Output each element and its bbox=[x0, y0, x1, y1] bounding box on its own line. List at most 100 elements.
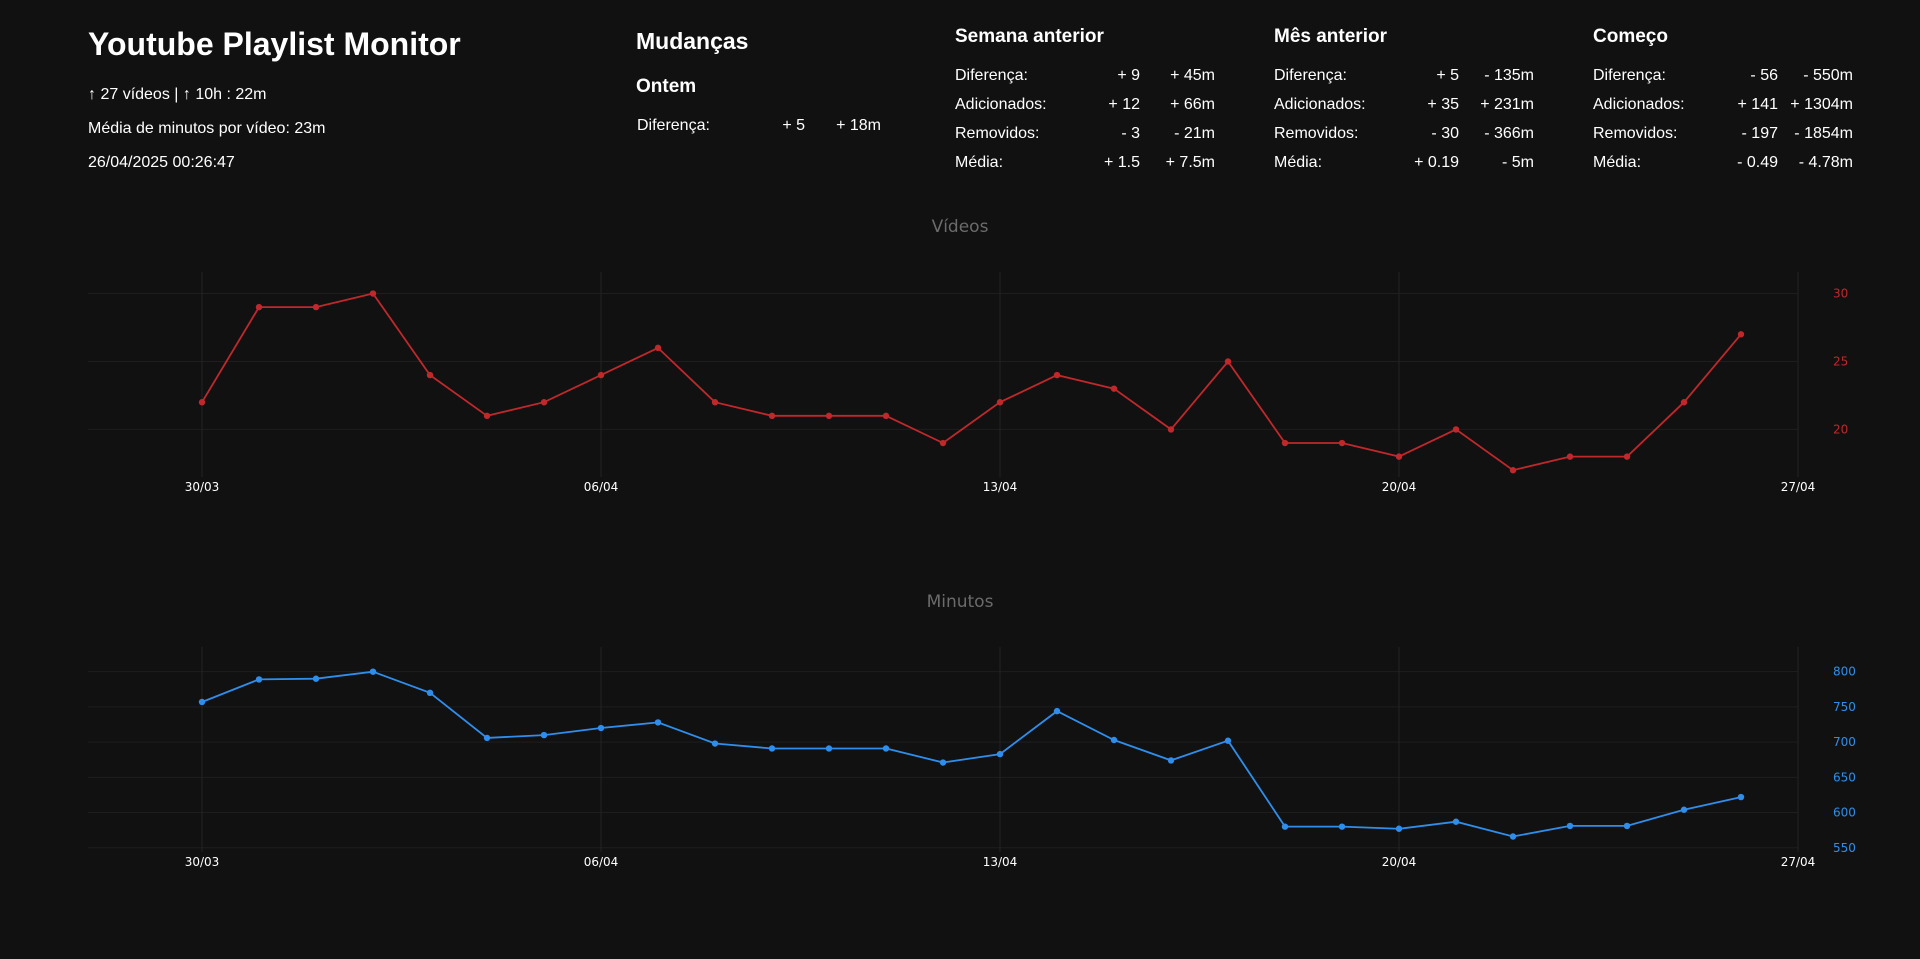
x-tick-label: 06/04 bbox=[584, 480, 619, 494]
last-week-difference-row: Diferença: + 9 + 45m bbox=[955, 67, 1215, 87]
stat-label: Removidos: bbox=[1593, 125, 1678, 142]
last-month-added-row: Adicionados: + 35 + 231m bbox=[1274, 96, 1534, 116]
data-point bbox=[426, 689, 434, 697]
data-point bbox=[1224, 737, 1232, 744]
x-tick-label: 30/03 bbox=[185, 480, 220, 494]
stat-count: - 0.49 bbox=[1737, 154, 1778, 171]
stat-minutes: + 7.5m bbox=[1165, 154, 1215, 171]
last-week-average-row: Média: + 1.5 + 7.5m bbox=[955, 154, 1215, 174]
data-point bbox=[1110, 736, 1118, 744]
data-point bbox=[369, 668, 377, 675]
stat-count: + 5 bbox=[782, 117, 805, 134]
stat-minutes: + 1304m bbox=[1790, 96, 1853, 113]
data-point bbox=[1737, 793, 1745, 801]
last-update-timestamp: 26/04/2025 00:26:47 bbox=[88, 154, 235, 171]
last-month-average-row: Média: + 0.19 - 5m bbox=[1274, 154, 1534, 174]
stat-label: Média: bbox=[955, 154, 1004, 171]
y-tick-label: 700 bbox=[1833, 735, 1856, 749]
stat-minutes: + 45m bbox=[1170, 67, 1215, 84]
last-month-difference-row: Diferença: + 5 - 135m bbox=[1274, 67, 1534, 87]
stat-count: + 0.19 bbox=[1414, 154, 1459, 171]
stat-count: - 56 bbox=[1750, 67, 1778, 84]
start-difference-row: Diferença: - 56 - 550m bbox=[1593, 67, 1853, 87]
x-tick-label: 20/04 bbox=[1382, 855, 1417, 869]
stat-label: Adicionados: bbox=[955, 96, 1047, 113]
data-point bbox=[711, 399, 719, 406]
data-point bbox=[939, 759, 947, 766]
yesterday-title: Ontem bbox=[636, 76, 697, 97]
data-point bbox=[1509, 467, 1517, 474]
last-week-title: Semana anterior bbox=[955, 26, 1104, 47]
series-line bbox=[201, 292, 1742, 472]
y-tick-label: 20 bbox=[1833, 422, 1848, 436]
y-tick-label: 25 bbox=[1833, 354, 1848, 368]
stat-count: + 12 bbox=[1108, 96, 1140, 113]
x-tick-label: 30/03 bbox=[185, 855, 220, 869]
data-point bbox=[882, 745, 890, 752]
stat-count: - 197 bbox=[1741, 125, 1778, 142]
x-tick-label: 13/04 bbox=[983, 480, 1018, 494]
data-point bbox=[1338, 823, 1346, 830]
stat-count: + 141 bbox=[1737, 96, 1778, 113]
data-point bbox=[1452, 426, 1460, 433]
last-month-removed-row: Removidos: - 30 - 366m bbox=[1274, 125, 1534, 145]
changes-title: Mudanças bbox=[636, 28, 749, 54]
playlist-summary: ↑ 27 vídeos | ↑ 10h : 22m bbox=[88, 86, 267, 103]
data-point bbox=[369, 290, 377, 297]
stat-minutes: - 550m bbox=[1803, 67, 1853, 84]
stat-minutes: - 4.78m bbox=[1798, 154, 1853, 171]
stat-minutes: + 66m bbox=[1170, 96, 1215, 113]
stat-label: Diferença: bbox=[955, 67, 1028, 84]
yesterday-title-wrap: Ontem bbox=[636, 76, 696, 98]
last-week-title-wrap: Semana anterior bbox=[955, 26, 1104, 48]
series-line bbox=[201, 670, 1742, 838]
data-point bbox=[768, 412, 776, 420]
average-minutes: Média de minutos por vídeo: 23m bbox=[88, 120, 326, 137]
chart-title: Vídeos bbox=[932, 217, 989, 237]
stat-label: Adicionados: bbox=[1593, 96, 1685, 113]
data-point bbox=[1395, 453, 1403, 460]
data-point bbox=[1167, 757, 1175, 764]
stat-count: + 1.5 bbox=[1103, 154, 1140, 171]
stat-minutes: + 18m bbox=[836, 117, 881, 134]
data-point bbox=[825, 745, 833, 752]
stat-minutes: - 21m bbox=[1174, 125, 1215, 142]
y-tick-label: 750 bbox=[1833, 700, 1856, 714]
start-removed-row: Removidos: - 197 - 1854m bbox=[1593, 125, 1853, 145]
data-point bbox=[1623, 453, 1631, 460]
data-point bbox=[255, 676, 263, 683]
data-point bbox=[1167, 426, 1175, 433]
start-added-row: Adicionados: + 141 + 1304m bbox=[1593, 96, 1853, 116]
x-tick-label: 20/04 bbox=[1382, 480, 1417, 494]
data-point bbox=[198, 698, 206, 706]
stat-count: - 3 bbox=[1121, 125, 1140, 142]
y-tick-label: 550 bbox=[1833, 841, 1856, 855]
stat-count: - 30 bbox=[1431, 125, 1459, 142]
stat-count: + 35 bbox=[1427, 96, 1459, 113]
data-point bbox=[1509, 833, 1517, 840]
stat-label: Média: bbox=[1274, 154, 1323, 171]
stat-label: Média: bbox=[1593, 154, 1642, 171]
data-point bbox=[1053, 707, 1061, 715]
stat-count: + 9 bbox=[1117, 67, 1140, 84]
data-point bbox=[483, 412, 491, 420]
x-tick-label: 13/04 bbox=[983, 855, 1018, 869]
data-point bbox=[1395, 825, 1403, 832]
data-point bbox=[1053, 371, 1061, 379]
y-tick-label: 800 bbox=[1833, 665, 1856, 679]
changes-section: Mudanças bbox=[636, 28, 748, 55]
data-point bbox=[1680, 399, 1688, 406]
data-point bbox=[1680, 806, 1688, 813]
stat-minutes: - 1854m bbox=[1794, 125, 1853, 142]
data-point bbox=[1224, 358, 1232, 365]
data-point bbox=[198, 399, 206, 406]
data-point bbox=[768, 745, 776, 752]
data-point bbox=[1566, 822, 1574, 830]
last-month-title-wrap: Mês anterior bbox=[1274, 26, 1387, 48]
data-point bbox=[996, 399, 1004, 406]
data-point bbox=[1737, 331, 1745, 338]
data-point bbox=[597, 371, 605, 379]
y-tick-label: 600 bbox=[1833, 806, 1856, 820]
data-point bbox=[939, 439, 947, 447]
data-point bbox=[1452, 818, 1460, 825]
